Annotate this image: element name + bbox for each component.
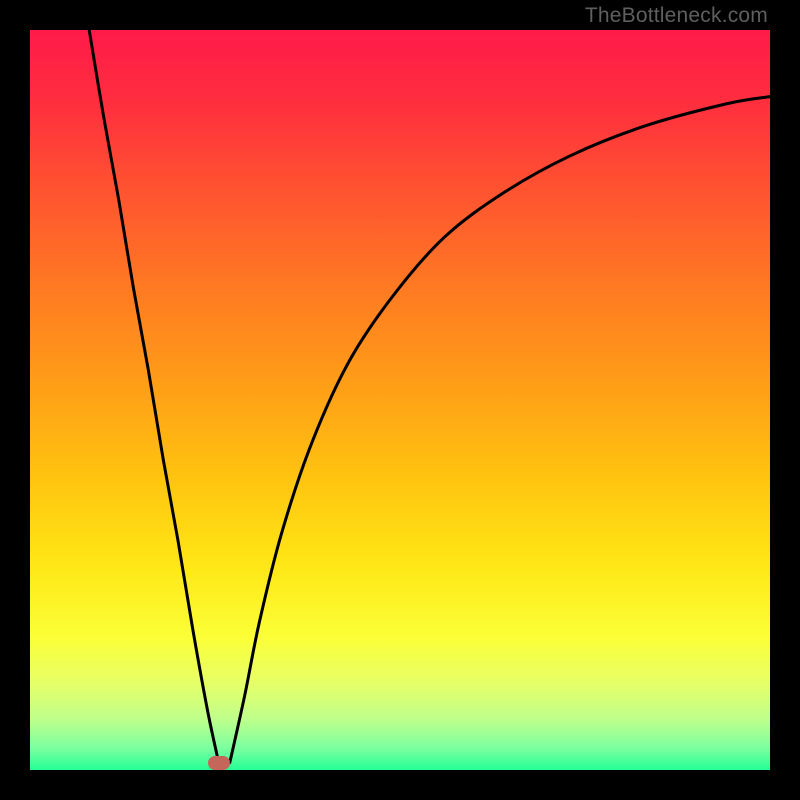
- plot-area: [30, 30, 770, 770]
- curve-left: [89, 30, 219, 763]
- minimum-marker: [208, 756, 230, 770]
- curve-layer: [30, 30, 770, 770]
- curve-right: [230, 97, 770, 763]
- watermark-text: TheBottleneck.com: [585, 4, 768, 28]
- chart-frame: TheBottleneck.com: [0, 0, 800, 800]
